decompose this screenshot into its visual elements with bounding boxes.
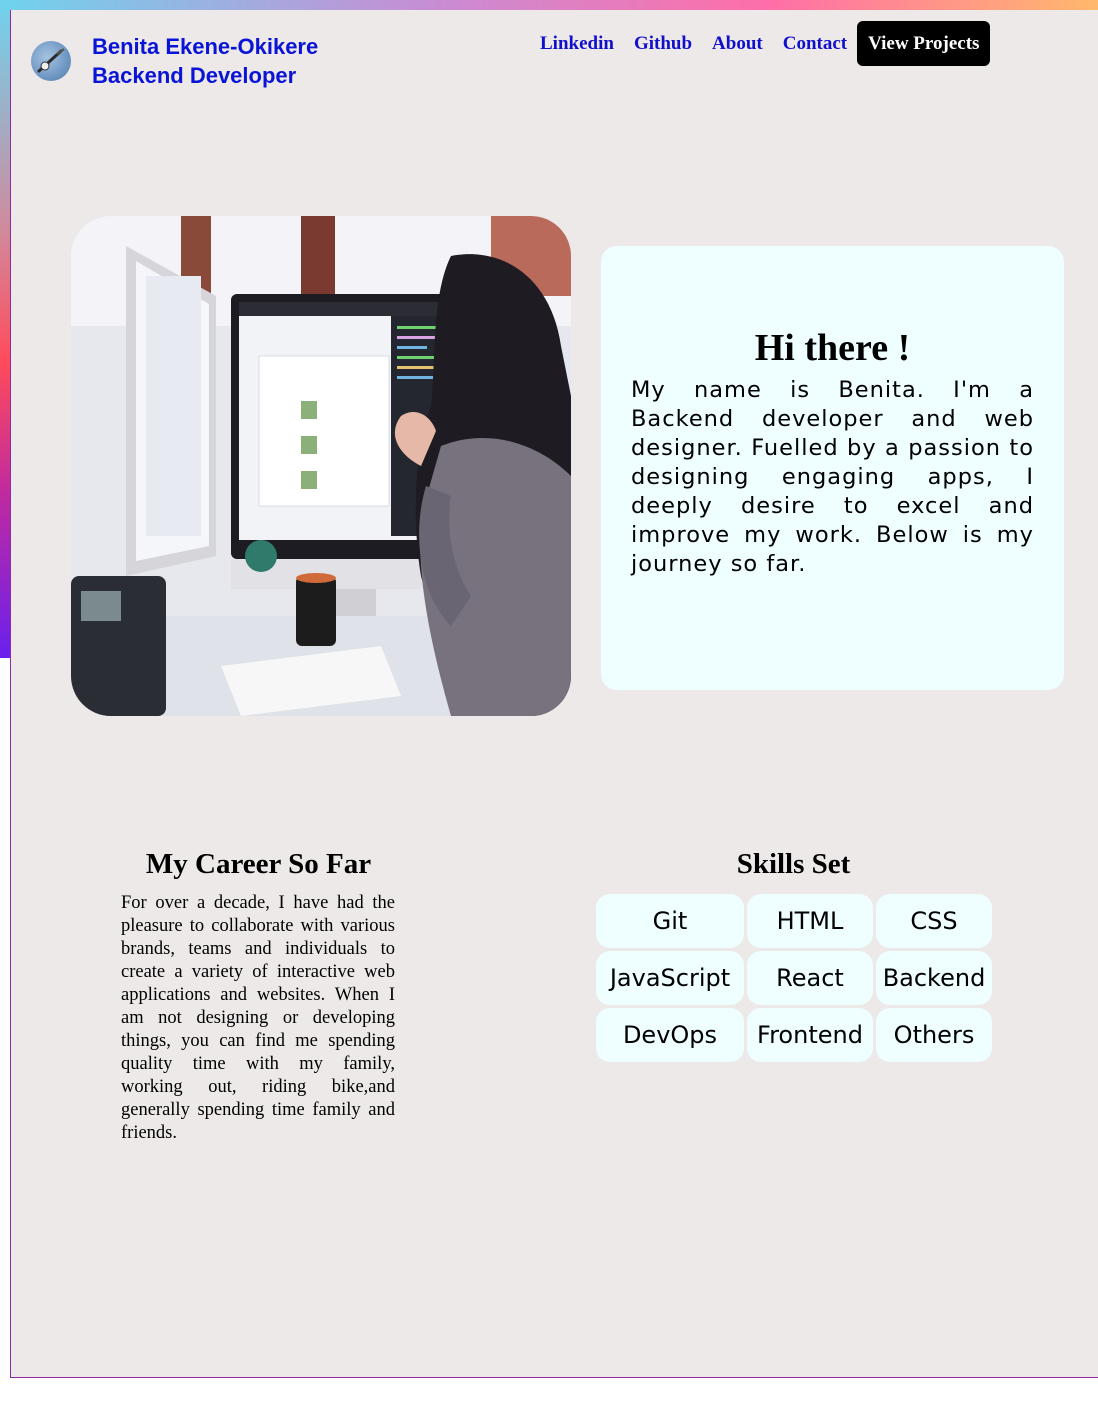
skill-badge-html: HTML — [747, 894, 873, 948]
skill-badge-backend: Backend — [876, 951, 992, 1005]
avatar — [31, 41, 71, 81]
skill-badge-others: Others — [876, 1008, 992, 1062]
brand-name: Benita Ekene-Okikere — [92, 34, 319, 59]
nav-link-linkedin[interactable]: Linkedin — [540, 33, 614, 55]
top-nav: Linkedin Github About Contact View Proje… — [540, 21, 991, 66]
skill-badge-css: CSS — [876, 894, 992, 948]
intro-body: My name is Benita. I'm a Backend develop… — [631, 377, 1034, 577]
skill-badge-react: React — [747, 951, 873, 1005]
nav-link-contact[interactable]: Contact — [783, 33, 847, 55]
view-projects-button[interactable]: View Projects — [857, 21, 991, 66]
career-title: My Career So Far — [145, 848, 372, 880]
nav-link-github[interactable]: Github — [634, 33, 692, 55]
skill-badge-javascript: JavaScript — [596, 951, 744, 1005]
nav-link-about[interactable]: About — [712, 33, 763, 55]
skill-badge-frontend: Frontend — [747, 1008, 873, 1062]
skill-badge-devops: DevOps — [596, 1008, 744, 1062]
intro-card: Hi there ! My name is Benita. I'm a Back… — [601, 246, 1064, 690]
gradient-frame-top — [0, 0, 1098, 10]
career-body: For over a decade, I have had the pleasu… — [121, 893, 395, 1143]
skill-badge-git: Git — [596, 894, 744, 948]
skills-title: Skills Set — [736, 848, 851, 880]
skills-grid: Git HTML CSS JavaScript React Backend De… — [596, 894, 992, 1062]
brand-role: Backend Developer — [92, 63, 297, 88]
hero-image — [71, 216, 571, 716]
intro-heading: Hi there ! — [754, 327, 911, 369]
page-container: Benita Ekene-Okikere Backend Developer L… — [10, 10, 1098, 1378]
brand-block: Benita Ekene-Okikere Backend Developer — [92, 32, 318, 90]
